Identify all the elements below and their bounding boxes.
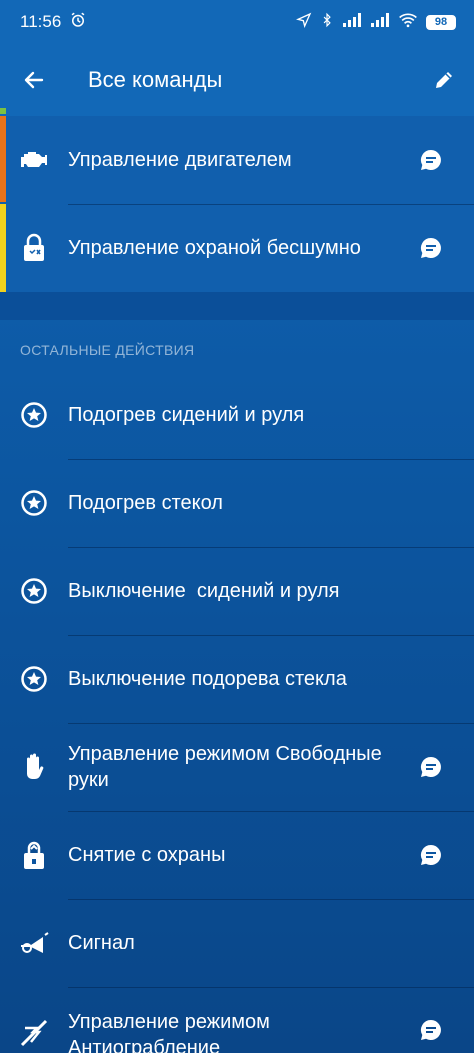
- star-circle-icon: [18, 575, 50, 607]
- command-label: Выключение сидений и руля: [68, 580, 340, 602]
- location-icon: [295, 12, 312, 33]
- command-silent-security[interactable]: Управление охраной бесшумно: [0, 204, 474, 292]
- status-time: 11:56: [20, 12, 62, 31]
- command-signal[interactable]: Сигнал: [0, 899, 474, 987]
- command-label: Подогрев сидений и руля: [68, 404, 305, 426]
- horn-icon: [18, 927, 50, 959]
- bluetooth-icon: [320, 11, 334, 34]
- command-seat-wheel-off[interactable]: Выключение сидений и руля: [0, 547, 474, 635]
- unlock-icon: [18, 839, 50, 871]
- app-bar: Все команды: [0, 44, 474, 116]
- chat-bubble-icon[interactable]: [418, 1017, 444, 1043]
- star-circle-icon: [18, 487, 50, 519]
- command-anti-robbery-mode[interactable]: Управление режимом Антиограбление: [0, 987, 474, 1053]
- status-bar: 11:56 98: [0, 0, 474, 44]
- chat-bubble-icon[interactable]: [418, 147, 444, 173]
- section-header-other-actions: ОСТАЛЬНЫЕ ДЕЙСТВИЯ: [20, 342, 195, 358]
- command-glass-heating[interactable]: Подогрев стекол: [0, 459, 474, 547]
- anti-robbery-icon: [18, 1017, 50, 1049]
- back-arrow-icon[interactable]: [20, 66, 48, 94]
- command-label: Сигнал: [68, 932, 135, 954]
- command-engine-control[interactable]: Управление двигателем: [0, 116, 474, 204]
- star-circle-icon: [18, 663, 50, 695]
- command-label: Подогрев стекол: [68, 492, 223, 514]
- command-hands-free-mode[interactable]: Управление режимом Свободные руки: [0, 723, 474, 811]
- chat-bubble-icon[interactable]: [418, 235, 444, 261]
- command-label: Управление режимом Антиограбление: [68, 1011, 270, 1053]
- command-label: Управление режимом Свободные руки: [68, 743, 382, 791]
- chat-bubble-icon[interactable]: [418, 842, 444, 868]
- pinned-commands: Управление двигателем Управление охраной…: [0, 108, 474, 292]
- engine-icon: [18, 144, 50, 176]
- battery-indicator: 98: [426, 14, 456, 30]
- command-label: Управление двигателем: [68, 149, 292, 171]
- section-gap: [0, 292, 474, 320]
- star-circle-icon: [18, 399, 50, 431]
- signal-icon: [342, 12, 362, 33]
- chat-bubble-icon[interactable]: [418, 754, 444, 780]
- command-glass-heating-off[interactable]: Выключение подорева стекла: [0, 635, 474, 723]
- command-seat-wheel-heating[interactable]: Подогрев сидений и руля: [0, 371, 474, 459]
- wifi-icon: [398, 12, 418, 33]
- command-disarm[interactable]: Снятие с охраны: [0, 811, 474, 899]
- alarm-icon: [69, 11, 87, 34]
- command-label: Выключение подорева стекла: [68, 668, 347, 690]
- page-title: Все команды: [88, 67, 223, 92]
- silent-lock-icon: [18, 232, 50, 264]
- hand-icon: [18, 751, 50, 783]
- command-label: Управление охраной бесшумно: [68, 237, 361, 259]
- green-accent-strip: [0, 108, 6, 114]
- command-label: Снятие с охраны: [68, 844, 226, 866]
- edit-pencil-icon[interactable]: [430, 66, 458, 94]
- signal-icon-2: [370, 12, 390, 33]
